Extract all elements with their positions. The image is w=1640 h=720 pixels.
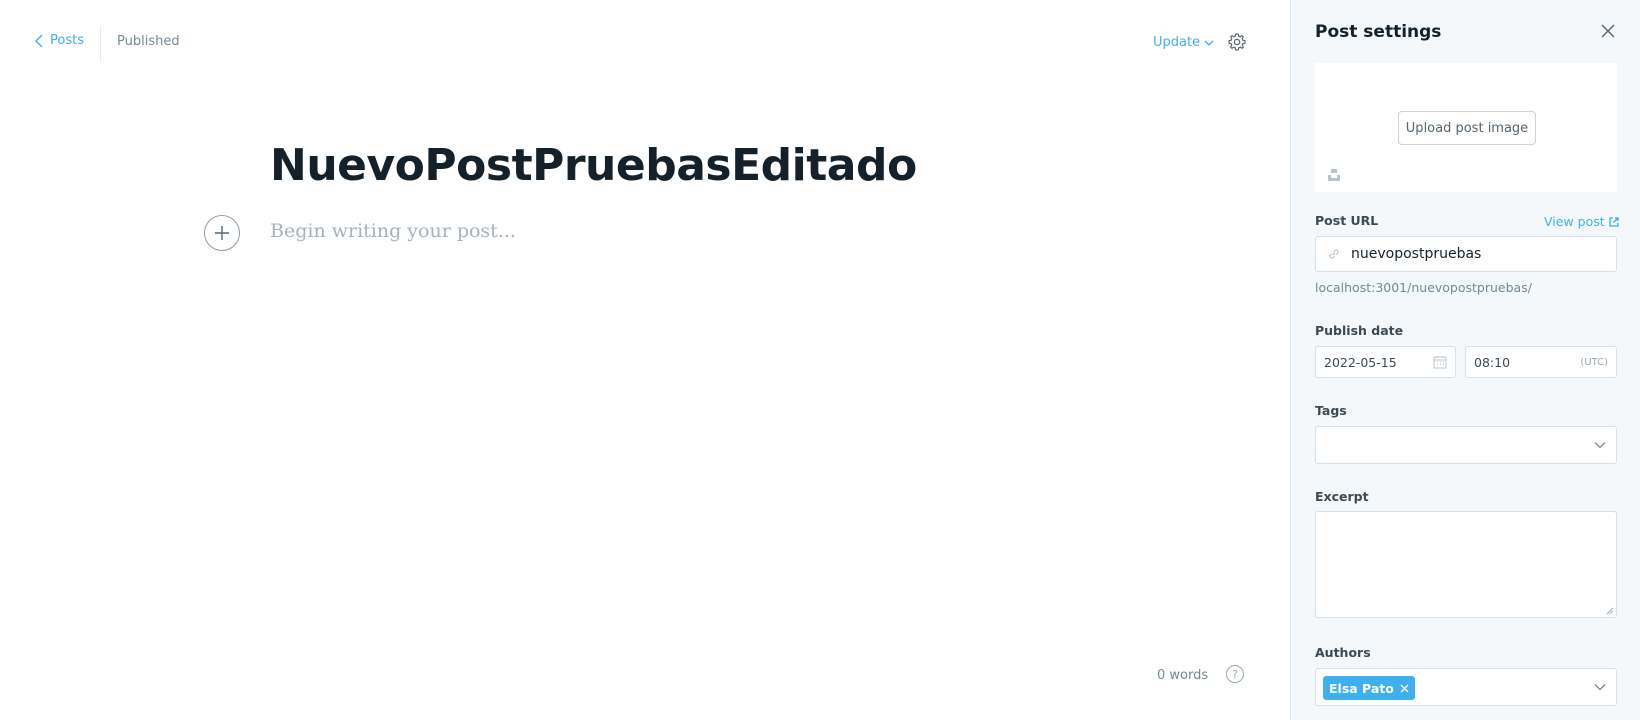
chevron-left-icon [35,34,43,47]
post-status: Published [117,34,180,49]
add-card-button[interactable] [204,215,240,251]
chevron-down-icon [1594,684,1606,691]
publish-date-label: Publish date [1315,323,1404,338]
chevron-down-icon [1204,40,1214,46]
word-count: 0 words [1157,668,1209,683]
close-icon[interactable] [1600,23,1616,39]
post-image-area: Upload post image [1315,63,1617,192]
post-url-input[interactable]: nuevopostpruebas [1315,236,1617,272]
header-divider [100,26,101,62]
excerpt-label: Excerpt [1315,489,1369,504]
update-button[interactable]: Update [1153,35,1214,50]
timezone-label: (UTC) [1580,356,1608,368]
upload-post-image-button[interactable]: Upload post image [1398,111,1536,145]
publish-date-value: 2022-05-15 [1324,354,1397,370]
publish-time-value: 08:10 [1474,354,1511,370]
update-label: Update [1153,35,1201,50]
resize-handle-icon[interactable] [1606,607,1614,615]
publish-date-input[interactable]: 2022-05-15 [1315,346,1456,378]
panel-title: Post settings [1315,22,1442,42]
excerpt-textarea[interactable] [1315,511,1617,618]
publish-time-input[interactable]: 08:10 (UTC) [1465,346,1617,378]
author-name: Elsa Pato [1329,680,1394,696]
post-body-placeholder[interactable]: Begin writing your post... [270,220,516,242]
post-title[interactable]: NuevoPostPruebasEditado [270,140,917,191]
unsplash-icon[interactable] [1327,168,1341,182]
tags-select[interactable] [1315,426,1617,464]
chevron-down-icon [1594,442,1606,449]
link-icon [1329,249,1339,259]
authors-select[interactable]: Elsa Pato [1315,668,1617,706]
back-label: Posts [50,33,84,48]
help-button[interactable]: ? [1226,665,1244,683]
post-settings-panel: Post settings Upload post image Post URL… [1290,0,1640,720]
back-to-posts-link[interactable]: Posts [34,33,84,48]
plus-icon [215,226,229,240]
tags-label: Tags [1315,403,1347,418]
settings-gear-icon[interactable] [1227,32,1247,52]
view-post-link[interactable]: View post [1544,214,1619,229]
editor-area: Posts Published Update NuevoPostPruebasE… [0,0,1290,720]
post-url-value: nuevopostpruebas [1351,246,1482,262]
calendar-icon [1433,356,1447,369]
post-url-full: localhost:3001/nuevopostpruebas/ [1315,280,1532,295]
author-tag[interactable]: Elsa Pato [1323,676,1415,700]
post-url-label: Post URL [1315,213,1379,228]
external-link-icon [1608,216,1619,227]
authors-label: Authors [1315,645,1371,660]
view-post-label: View post [1544,214,1605,229]
remove-author-icon[interactable] [1400,684,1409,693]
